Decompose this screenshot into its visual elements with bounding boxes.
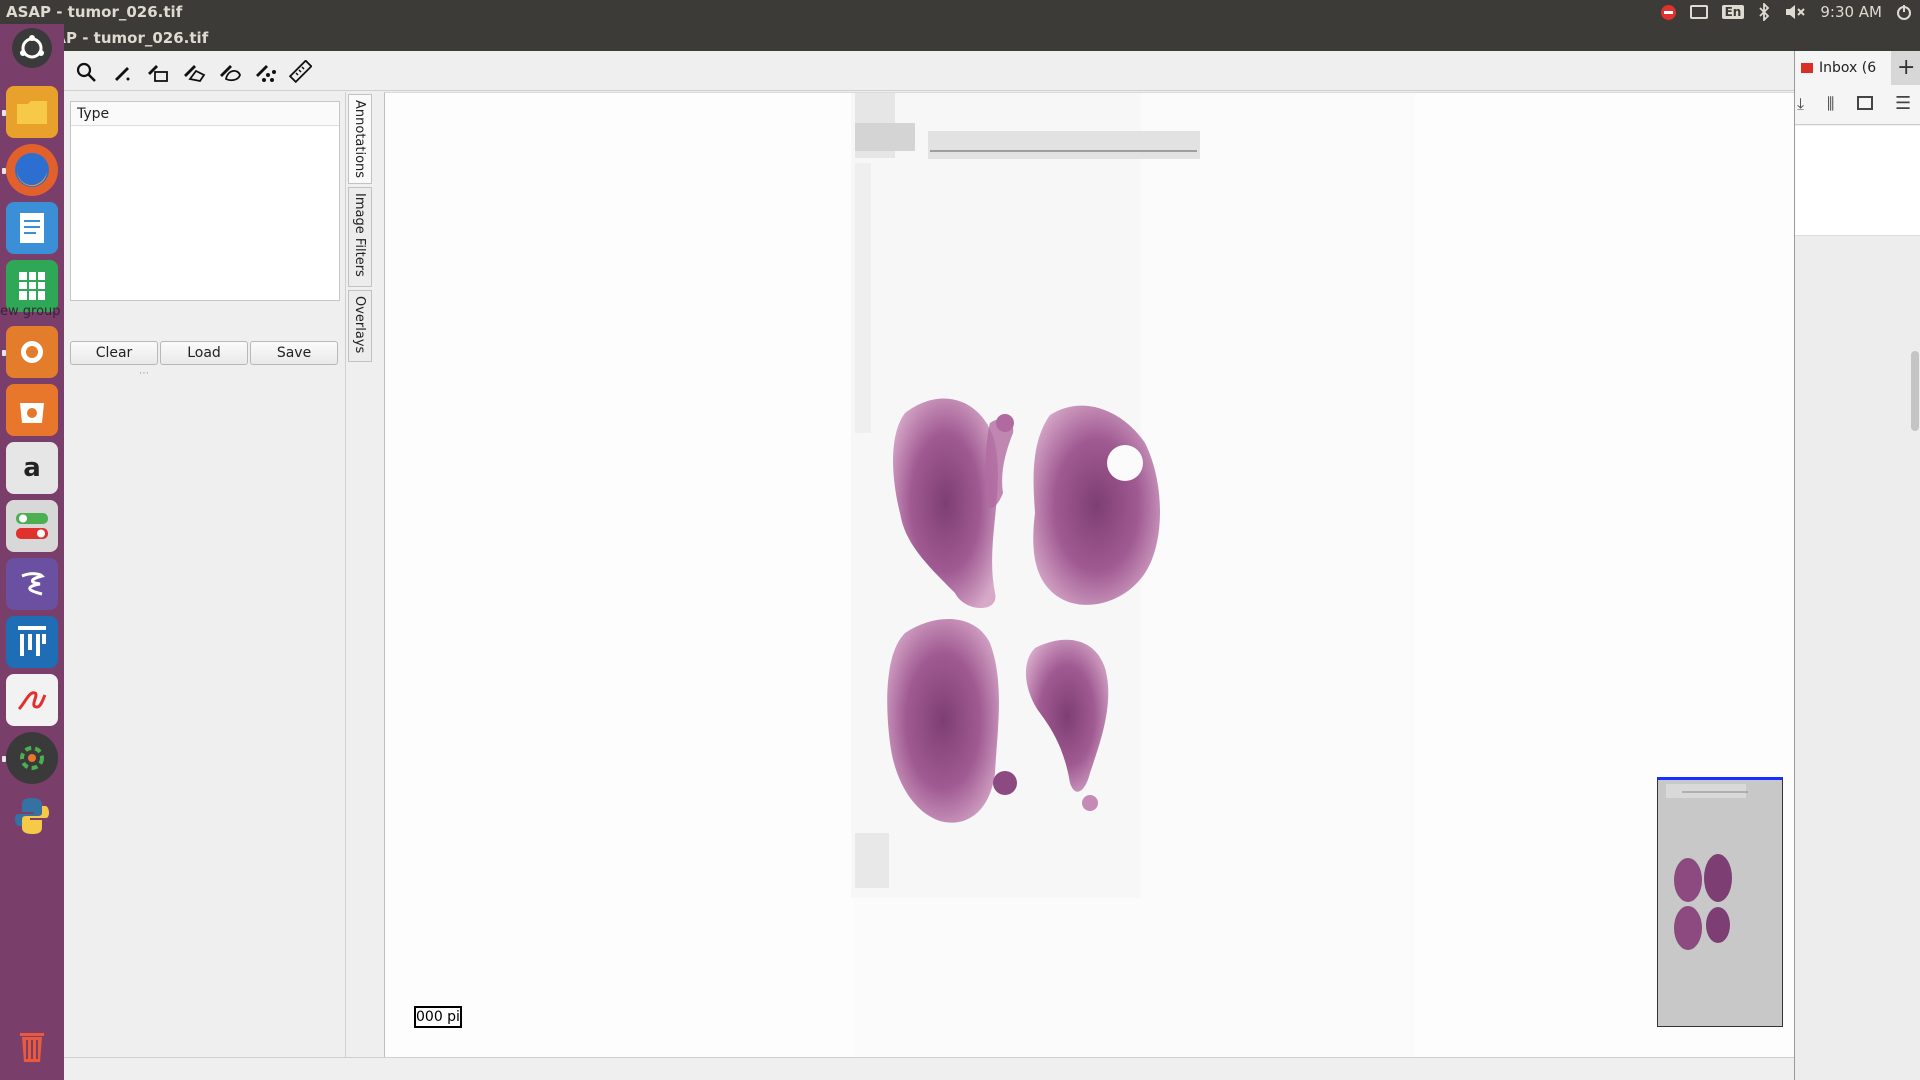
type-column-header[interactable]: Type [71, 102, 339, 126]
dock-resize-grip[interactable]: ⋯ [139, 368, 149, 379]
browser-scrollbar[interactable] [1911, 351, 1919, 431]
rectangle-tool-icon[interactable] [144, 58, 172, 86]
amazon-icon[interactable]: a [6, 442, 58, 494]
whole-slide-image[interactable] [385, 93, 1795, 1058]
tab-overlays-label: Overlays [352, 296, 367, 354]
ubuntu-home-icon[interactable] [12, 28, 52, 68]
firefox-icon[interactable] [6, 144, 58, 196]
spline-tool-icon[interactable] [216, 58, 244, 86]
new-tab-button[interactable]: + [1897, 55, 1915, 80]
pen-icon[interactable] [108, 58, 136, 86]
system-monitor-icon[interactable] [6, 732, 58, 784]
browser-tab-inbox[interactable]: Inbox (6 [1795, 51, 1891, 85]
window-title-bar: ASAP - tumor_026.tif [0, 24, 1920, 51]
notification-blocked-icon[interactable] [1660, 4, 1676, 20]
files-icon[interactable] [6, 86, 58, 138]
impress-icon[interactable] [6, 326, 58, 378]
tab-annotations-label: Annotations [352, 100, 367, 179]
browser-page-panel [1795, 126, 1920, 236]
software-center-icon[interactable] [6, 384, 58, 436]
menu-icon[interactable]: ☰ [1895, 93, 1911, 114]
emacs-icon[interactable] [6, 558, 58, 610]
power-menu-icon[interactable] [1896, 4, 1912, 20]
screen-icon[interactable] [1689, 5, 1708, 19]
tab-image-filters[interactable]: Image Filters [348, 187, 372, 287]
asap-window: Type Clear Load Save ⋯ Annotations Image… [64, 51, 1794, 1080]
launcher: ew group a [0, 24, 64, 1080]
browser-nav-bar: ⤓ ⫼ ☰ [1795, 85, 1920, 125]
minimap[interactable] [1657, 777, 1783, 1027]
tab-annotations[interactable]: Annotations [348, 94, 372, 184]
writer-icon[interactable] [6, 202, 58, 254]
pdf-editor-icon[interactable] [6, 674, 58, 726]
browser-content [1795, 126, 1920, 1080]
status-bar [64, 1057, 1794, 1080]
active-window-title: ASAP - tumor_026.tif [6, 3, 183, 21]
point-set-tool-icon[interactable] [252, 58, 280, 86]
load-button[interactable]: Load [160, 341, 248, 365]
annotation-list[interactable]: Type [70, 101, 340, 301]
sidebar-icon[interactable] [1857, 96, 1873, 110]
system-tray: En 9:30 AM [1660, 0, 1912, 24]
browser-window: Inbox (6 + ⤓ ⫼ ☰ [1794, 51, 1920, 1080]
python-icon[interactable] [6, 790, 58, 842]
dock-tabs: Annotations Image Filters Overlays [348, 94, 372, 414]
tab-image-filters-label: Image Filters [352, 193, 367, 277]
bluetooth-icon[interactable] [1758, 3, 1770, 21]
browser-tab-bar: Inbox (6 + [1795, 51, 1920, 85]
ruler-icon[interactable] [286, 58, 314, 86]
browser-tab-label: Inbox (6 [1819, 60, 1877, 76]
annotation-dock: Type Clear Load Save ⋯ [64, 92, 346, 1057]
minimap-thumbnail [1666, 784, 1748, 950]
save-button[interactable]: Save [250, 341, 338, 365]
clear-button[interactable]: Clear [70, 341, 158, 365]
downloads-icon[interactable]: ⤓ [1797, 94, 1804, 114]
slide-viewer[interactable]: 000 pix [384, 92, 1795, 1058]
polygon-tool-icon[interactable] [180, 58, 208, 86]
system-top-bar: ASAP - tumor_026.tif En 9:30 AM [0, 0, 1920, 24]
annotation-toolbar [64, 51, 1794, 91]
settings-toggle-icon[interactable] [6, 500, 58, 552]
clock[interactable]: 9:30 AM [1820, 3, 1882, 21]
fiji-icon[interactable] [6, 616, 58, 668]
library-icon[interactable]: ⫼ [1827, 94, 1834, 114]
zoom-icon[interactable] [72, 58, 100, 86]
volume-muted-icon[interactable] [1784, 4, 1806, 20]
keyboard-layout-indicator[interactable]: En [1721, 5, 1745, 19]
launcher-group-label: ew group [0, 304, 61, 319]
scale-bar: 000 pix [414, 1006, 462, 1028]
trash-icon[interactable] [6, 1020, 58, 1072]
mail-icon [1801, 63, 1813, 73]
tab-overlays[interactable]: Overlays [348, 290, 372, 362]
